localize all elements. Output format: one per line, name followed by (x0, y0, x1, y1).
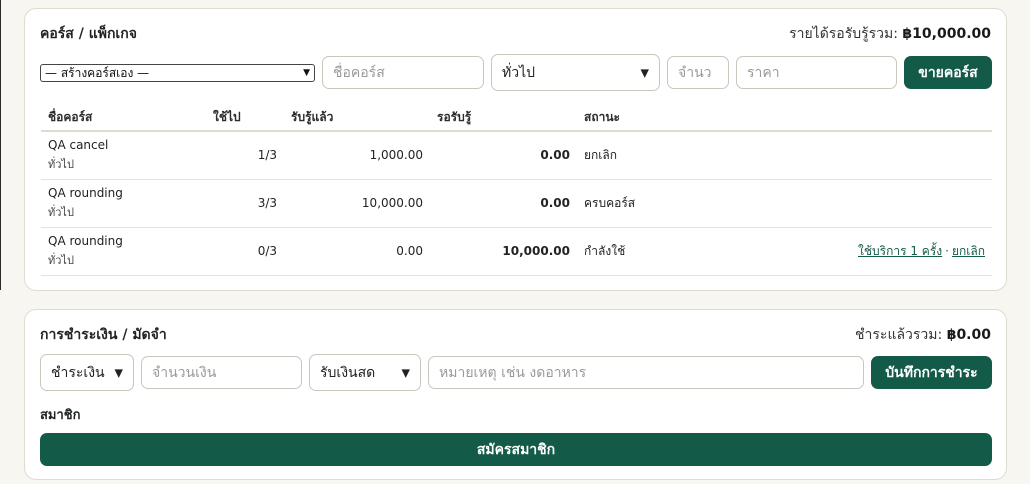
table-row: QA rounding ทั่วไป 0/3 0.00 10,000.00 กำ… (41, 227, 992, 276)
course-recognized: 10,000.00 (284, 179, 430, 228)
course-actions: ใช้บริการ 1 ครั้ง · ยกเลิก (708, 227, 992, 276)
course-category: ทั่วไป (48, 253, 74, 267)
payment-method-select[interactable]: รับเงินสด ▼ (309, 354, 421, 391)
column-header-pending: รอรับรู้ (430, 105, 577, 132)
course-pending: 0.00 (430, 131, 577, 180)
course-package-card: คอร์ส / แพ็กเกจ รายได้รอรับรู้รวม: ฿10,0… (24, 8, 1007, 291)
deferred-revenue-summary: รายได้รอรับรู้รวม: ฿10,000.00 (789, 23, 991, 45)
course-name-cell: QA rounding ทั่วไป (41, 227, 206, 276)
course-actions (708, 179, 992, 228)
deferred-revenue-label: รายได้รอรับรู้รวม: (789, 26, 898, 42)
course-template-select-value: — สร้างคอร์สเอง — (45, 65, 150, 80)
payment-note-placeholder: หมายเหตุ เช่น งดอาหาร (439, 364, 587, 381)
chevron-down-icon: ▼ (401, 366, 410, 379)
chevron-down-icon: ▼ (640, 66, 649, 79)
course-status: กำลังใช้ (577, 227, 709, 276)
course-used: 3/3 (206, 179, 284, 228)
course-name-cell: QA rounding ทั่วไป (41, 179, 206, 228)
payment-amount-placeholder: จำนวนเงิน (152, 364, 217, 381)
register-member-button[interactable]: สมัครสมาชิก (40, 433, 992, 466)
column-header-name: ชื่อคอร์ส (41, 105, 206, 132)
save-payment-button[interactable]: บันทึกการชำระ (871, 356, 992, 389)
course-pending: 10,000.00 (430, 227, 577, 276)
sell-course-button[interactable]: ขายคอร์ส (904, 56, 992, 89)
payment-method-value: รับเงินสด (320, 364, 376, 381)
course-status: ครบคอร์ส (577, 179, 709, 228)
paid-total-value: ฿0.00 (946, 327, 991, 343)
member-section-label: สมาชิก (40, 408, 81, 423)
payment-note-input[interactable]: หมายเหตุ เช่น งดอาหาร (428, 356, 864, 389)
payment-deposit-card: การชำระเงิน / มัดจำ ชำระแล้วรวม: ฿0.00 ช… (24, 309, 1007, 480)
column-header-actions (708, 105, 992, 132)
table-row: QA rounding ทั่วไป 3/3 10,000.00 0.00 คร… (41, 179, 992, 228)
course-category-value: ทั่วไป (502, 64, 536, 81)
course-pending: 0.00 (430, 179, 577, 228)
course-name-placeholder: ชื่อคอร์ส (333, 64, 385, 81)
course-price-input[interactable]: ราคา (736, 56, 897, 89)
course-table: ชื่อคอร์ส ใช้ไป รับรู้แล้ว รอรับรู้ สถาน… (41, 105, 992, 276)
use-service-link[interactable]: ใช้บริการ 1 ครั้ง (858, 244, 942, 258)
paid-total-summary: ชำระแล้วรวม: ฿0.00 (855, 324, 991, 346)
course-name: QA rounding (48, 185, 123, 200)
action-separator: · (945, 243, 949, 258)
payment-card-title: การชำระเงิน / มัดจำ (40, 327, 167, 343)
course-recognized: 1,000.00 (284, 131, 430, 180)
payment-type-select[interactable]: ชำระเงิน ▼ (40, 354, 134, 391)
payment-type-value: ชำระเงิน (51, 364, 105, 381)
cancel-course-link[interactable]: ยกเลิก (952, 244, 985, 258)
table-header-row: ชื่อคอร์ส ใช้ไป รับรู้แล้ว รอรับรู้ สถาน… (41, 105, 992, 132)
course-price-placeholder: ราคา (747, 64, 780, 81)
window-edge (0, 0, 1, 290)
course-name: QA rounding (48, 233, 123, 248)
paid-total-label: ชำระแล้วรวม: (855, 327, 943, 343)
column-header-status: สถานะ (577, 105, 709, 132)
table-row: QA cancel ทั่วไป 1/3 1,000.00 0.00 ยกเลิ… (41, 131, 992, 180)
course-actions (708, 131, 992, 180)
course-qty-placeholder: จำนว (678, 64, 712, 81)
course-used: 0/3 (206, 227, 284, 276)
course-category: ทั่วไป (48, 205, 74, 219)
course-name: QA cancel (48, 137, 109, 152)
column-header-recognized: รับรู้แล้ว (284, 105, 430, 132)
course-category-select[interactable]: ทั่วไป ▼ (491, 54, 660, 91)
course-name-cell: QA cancel ทั่วไป (41, 131, 206, 180)
course-card-title: คอร์ส / แพ็กเกจ (40, 26, 137, 42)
chevron-down-icon: ▼ (114, 366, 123, 379)
course-template-select[interactable]: — สร้างคอร์สเอง — ▼ (40, 64, 315, 82)
payment-amount-input[interactable]: จำนวนเงิน (141, 356, 302, 389)
course-category: ทั่วไป (48, 157, 74, 171)
course-recognized: 0.00 (284, 227, 430, 276)
course-qty-input[interactable]: จำนว (667, 56, 729, 89)
course-status: ยกเลิก (577, 131, 709, 180)
column-header-used: ใช้ไป (206, 105, 284, 132)
course-name-input[interactable]: ชื่อคอร์ส (322, 56, 484, 89)
chevron-down-icon: ▼ (303, 68, 310, 78)
deferred-revenue-value: ฿10,000.00 (902, 26, 991, 42)
course-used: 1/3 (206, 131, 284, 180)
